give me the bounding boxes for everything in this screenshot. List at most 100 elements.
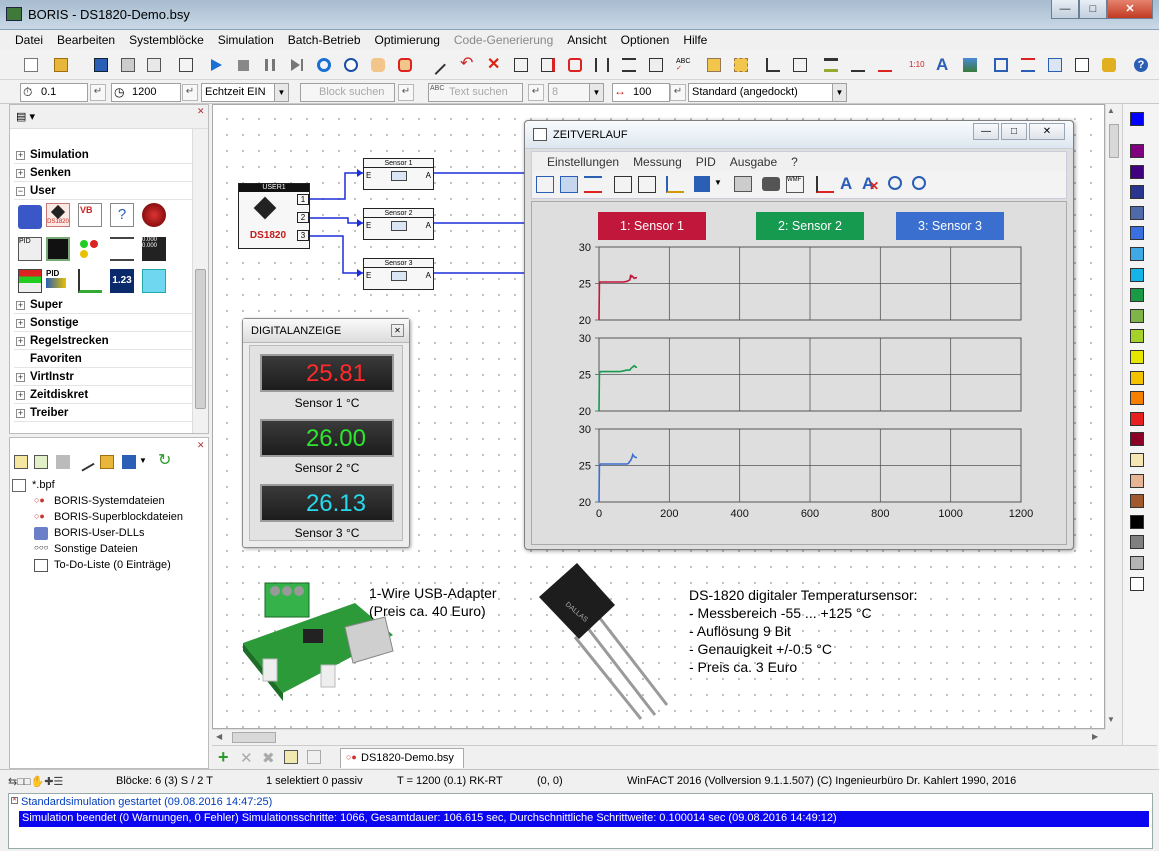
minimize-button[interactable]: — [1051, 0, 1079, 19]
port-2[interactable]: 2 [297, 212, 309, 223]
port-3[interactable]: 3 [297, 230, 309, 241]
pid-icon[interactable]: PID [18, 237, 42, 261]
palette-swatch[interactable] [1130, 164, 1144, 179]
zeitverlauf-close-button[interactable]: ✕ [1029, 123, 1065, 140]
palette-swatch[interactable] [1130, 267, 1144, 282]
palette-swatch[interactable] [1130, 576, 1144, 591]
zeitverlauf-maximize-button[interactable]: □ [1001, 123, 1027, 140]
step-icon[interactable] [286, 54, 308, 76]
category-treiber[interactable]: + Treiber [14, 405, 192, 422]
palette-swatch[interactable] [1130, 288, 1144, 303]
vb-script-icon[interactable]: VB [78, 203, 102, 227]
sensor-block-2[interactable]: Sensor 2 E A [363, 208, 434, 240]
font-size-dropdown-icon[interactable]: ▼ [589, 83, 604, 102]
undo-icon[interactable]: ↶ [456, 54, 478, 76]
numeric-display-icon[interactable]: 0.000 0.000 [142, 237, 166, 261]
chart-layout-icon[interactable] [614, 176, 632, 193]
copy-tab-icon[interactable] [284, 750, 298, 764]
move-icon[interactable] [990, 54, 1012, 76]
block-search-input[interactable]: Block suchen [300, 83, 395, 102]
apply-end-time-button[interactable]: ↵ [182, 84, 198, 101]
tree-icon[interactable] [762, 54, 784, 76]
project-root[interactable]: *.bpf [12, 479, 55, 492]
close-button[interactable]: ✕ [1107, 0, 1153, 19]
palette-swatch[interactable] [1130, 308, 1144, 323]
port-1[interactable]: 1 [297, 194, 309, 205]
stop-icon[interactable] [232, 54, 254, 76]
menu-optimierung[interactable]: Optimierung [368, 30, 447, 50]
apply-zoom-button[interactable]: ↵ [670, 84, 686, 101]
wire-icon[interactable] [847, 54, 869, 76]
scroll-right-icon[interactable]: ▶ [1092, 732, 1098, 741]
properties-icon[interactable] [1071, 54, 1093, 76]
category-super[interactable]: + Super [14, 297, 192, 314]
view-menu-icon[interactable]: ▤ ▾ [16, 110, 35, 123]
palette-swatch[interactable] [1130, 205, 1144, 220]
pid-controller-icon[interactable]: PID [46, 269, 70, 293]
palette-swatch[interactable] [1130, 370, 1144, 385]
print-icon[interactable] [117, 54, 139, 76]
tree-item-superblockdateien[interactable]: ○● BORIS-Superblockdateien [34, 511, 183, 523]
save-icon[interactable] [90, 54, 112, 76]
open-folder-icon[interactable] [50, 54, 72, 76]
category-favoriten[interactable]: Favoriten [14, 351, 192, 368]
palette-swatch[interactable] [1130, 185, 1144, 200]
group-icon[interactable] [703, 54, 725, 76]
zeit-save-dropdown-icon[interactable]: ▼ [714, 178, 722, 187]
category-sonstige[interactable]: + Sonstige [14, 315, 192, 332]
hierarchy-icon[interactable] [789, 54, 811, 76]
scroll-up-icon[interactable]: ▲ [1107, 106, 1115, 115]
font-remove-icon[interactable]: A ✕ [862, 174, 879, 194]
menu-code-generierung[interactable]: Code-Generierung [447, 30, 560, 50]
palette-swatch[interactable] [1130, 453, 1144, 467]
remove-files-icon[interactable] [56, 455, 70, 469]
block-search-button[interactable]: ↵ [398, 84, 414, 101]
font-size-select[interactable]: 8 [548, 83, 590, 102]
palette-swatch[interactable] [1130, 226, 1144, 241]
canvas-vscroll-thumb[interactable] [1109, 124, 1119, 158]
hand-icon[interactable] [367, 54, 389, 76]
tree-item-systemdateien[interactable]: ○● BORIS-Systemdateien [34, 495, 165, 507]
palette-swatch[interactable] [1130, 350, 1144, 364]
lego-block-icon[interactable] [18, 205, 42, 229]
scroll-left-icon[interactable]: ◀ [216, 732, 222, 741]
sliders-icon[interactable] [110, 237, 134, 261]
sensor-block-3[interactable]: Sensor 3 E A [363, 258, 434, 290]
zmenu-help[interactable]: ? [784, 152, 805, 171]
layout-dropdown-icon[interactable]: ▼ [832, 83, 847, 102]
block-settings-icon[interactable] [820, 54, 842, 76]
zoom-in-icon[interactable] [888, 176, 902, 190]
canvas-horizontal-scrollbar[interactable]: ◀ ▶ [212, 729, 1105, 745]
duplicate-tab-icon[interactable] [307, 750, 321, 764]
palette-swatch[interactable] [1130, 494, 1144, 509]
flip-icon[interactable] [645, 54, 667, 76]
menu-batch-betrieb[interactable]: Batch-Betrieb [281, 30, 368, 50]
zmenu-ausgabe[interactable]: Ausgabe [723, 152, 784, 171]
tree-item-user-dlls[interactable]: BORIS-User-DLLs [34, 527, 144, 540]
close-all-tabs-icon[interactable]: ✖ [262, 749, 275, 767]
stepper-icon[interactable] [78, 269, 102, 293]
sensor-block-1[interactable]: Sensor 1 E A [363, 158, 434, 190]
sync-icon[interactable]: ↻ [158, 453, 171, 469]
scale-icon[interactable]: 1:10 [905, 54, 927, 76]
pause-icon[interactable] [259, 54, 281, 76]
digitalanzeige-titlebar[interactable]: DIGITALANZEIGE ✕ [243, 319, 409, 343]
chart-text-icon[interactable] [536, 176, 554, 193]
palette-swatch[interactable] [1130, 247, 1144, 261]
grid-icon[interactable] [560, 176, 578, 193]
wire-delete-icon[interactable] [874, 54, 896, 76]
save-dropdown-icon[interactable]: ▼ [139, 456, 147, 465]
library-close-icon[interactable]: ✕ [197, 107, 206, 116]
image-icon[interactable] [959, 54, 981, 76]
zeitverlauf-window[interactable]: ZEITVERLAUF — □ ✕ Einstellungen Messung … [524, 120, 1074, 550]
zeitverlauf-titlebar[interactable]: ZEITVERLAUF — □ ✕ [525, 121, 1073, 149]
menu-simulation[interactable]: Simulation [211, 30, 281, 50]
realtime-dropdown-icon[interactable]: ▼ [274, 83, 289, 102]
category-zeitdiskret[interactable]: + Zeitdiskret [14, 387, 192, 404]
line-chart-icon[interactable] [816, 176, 834, 193]
align-icon[interactable] [618, 54, 640, 76]
canvas-hscroll-thumb[interactable] [232, 732, 276, 743]
camera-icon[interactable] [762, 177, 780, 191]
pen-icon[interactable] [666, 176, 684, 193]
spellcheck-icon[interactable]: ABC ✓ [672, 54, 694, 76]
